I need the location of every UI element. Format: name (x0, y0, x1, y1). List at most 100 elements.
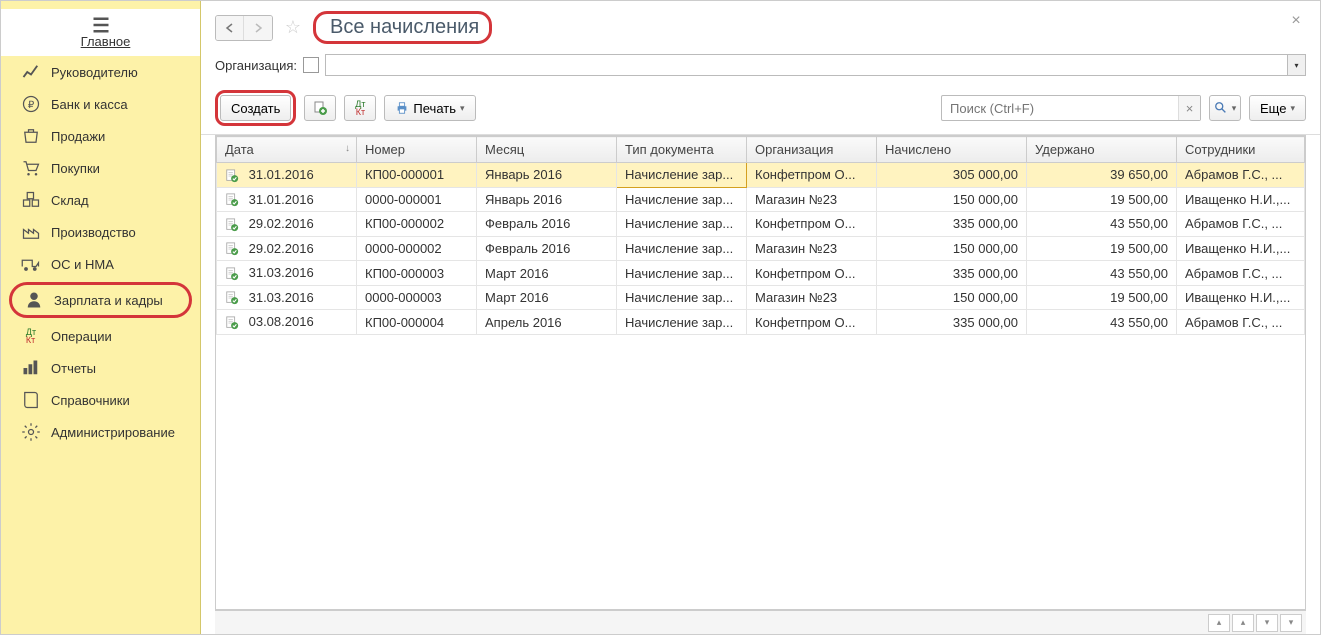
sidebar-item-admin[interactable]: Администрирование (1, 416, 200, 448)
more-button-label: Еще (1260, 101, 1286, 116)
find-button[interactable]: ▾ (1209, 95, 1241, 121)
cell-emp: Иващенко Н.И.,... (1177, 236, 1305, 261)
print-button[interactable]: Печать ▾ (384, 95, 475, 121)
person-icon (24, 291, 44, 309)
cell-doctype: Начисление зар... (617, 236, 747, 261)
col-employees[interactable]: Сотрудники (1177, 137, 1305, 163)
chart-line-icon (21, 63, 41, 81)
org-label: Организация: (215, 58, 297, 73)
sidebar-item-main[interactable]: Главное (1, 9, 200, 56)
sidebar-item-label: Зарплата и кадры (54, 293, 163, 308)
cell-date: 29.02.2016 (217, 212, 357, 237)
col-month[interactable]: Месяц (477, 137, 617, 163)
favorite-button[interactable]: ☆ (281, 16, 305, 40)
create-button[interactable]: Создать (220, 95, 291, 121)
cell-doctype: Начисление зар... (617, 163, 747, 188)
sidebar-item-label: Администрирование (51, 425, 175, 440)
org-checkbox[interactable] (303, 57, 319, 73)
sidebar-item-production[interactable]: Производство (1, 216, 200, 248)
table-row[interactable]: 31.01.20160000-000001Январь 2016Начислен… (217, 187, 1305, 212)
search-input[interactable] (942, 101, 1178, 116)
sidebar-item-label: Операции (51, 329, 112, 344)
sidebar-item-assets[interactable]: ОС и НМА (1, 248, 200, 280)
cell-doctype: Начисление зар... (617, 310, 747, 335)
cell-doctype: Начисление зар... (617, 261, 747, 286)
table-row[interactable]: 31.03.2016КП00-000003Март 2016Начисление… (217, 261, 1305, 286)
cell-date: 29.02.2016 (217, 236, 357, 261)
cell-month: Март 2016 (477, 261, 617, 286)
cell-accrued: 335 000,00 (877, 261, 1027, 286)
sidebar-item-warehouse[interactable]: Склад (1, 184, 200, 216)
book-icon (21, 391, 41, 409)
table-row[interactable]: 29.02.20160000-000002Февраль 2016Начисле… (217, 236, 1305, 261)
cell-org: Магазин №23 (747, 236, 877, 261)
more-button[interactable]: Еще ▾ (1249, 95, 1306, 121)
col-doctype[interactable]: Тип документа (617, 137, 747, 163)
cell-withheld: 19 500,00 (1027, 285, 1177, 310)
table-row[interactable]: 29.02.2016КП00-000002Февраль 2016Начисле… (217, 212, 1305, 237)
svg-text:₽: ₽ (28, 100, 35, 111)
cell-withheld: 43 550,00 (1027, 212, 1177, 237)
org-select[interactable]: ▾ (325, 54, 1306, 76)
sidebar-item-purchases[interactable]: Покупки (1, 152, 200, 184)
cell-emp: Абрамов Г.С., ... (1177, 261, 1305, 286)
cell-org: Конфетпром О... (747, 310, 877, 335)
cell-withheld: 39 650,00 (1027, 163, 1177, 188)
data-table: Дата↓ Номер Месяц Тип документа Организа… (216, 136, 1305, 335)
sidebar-item-label: Справочники (51, 393, 130, 408)
scroll-down-button[interactable]: ▾ (1256, 614, 1278, 632)
dtkt-button[interactable]: ДтКт (344, 95, 376, 121)
col-withheld[interactable]: Удержано (1027, 137, 1177, 163)
document-posted-icon (225, 218, 239, 232)
scroll-top-button[interactable]: ▴ (1208, 614, 1230, 632)
table-container: Дата↓ Номер Месяц Тип документа Организа… (215, 135, 1306, 610)
cell-emp: Абрамов Г.С., ... (1177, 310, 1305, 335)
cell-accrued: 305 000,00 (877, 163, 1027, 188)
sidebar-item-catalogs[interactable]: Справочники (1, 384, 200, 416)
sidebar-item-bank[interactable]: ₽ Банк и касса (1, 88, 200, 120)
cell-date: 03.08.2016 (217, 310, 357, 335)
cell-accrued: 150 000,00 (877, 236, 1027, 261)
org-select-dropdown-icon[interactable]: ▾ (1287, 55, 1305, 75)
sidebar-item-sales[interactable]: Продажи (1, 120, 200, 152)
nav-forward-button[interactable] (244, 16, 272, 40)
cell-date: 31.01.2016 (217, 163, 357, 188)
sidebar-item-operations[interactable]: ДтКт Операции (1, 320, 200, 352)
cell-org: Магазин №23 (747, 285, 877, 310)
cell-emp: Иващенко Н.И.,... (1177, 187, 1305, 212)
table-row[interactable]: 31.03.20160000-000003Март 2016Начисление… (217, 285, 1305, 310)
sort-indicator-icon: ↓ (345, 143, 350, 154)
org-filter-row: Организация: ▾ (201, 50, 1320, 86)
table-row[interactable]: 31.01.2016КП00-000001Январь 2016Начислен… (217, 163, 1305, 188)
nav-back-button[interactable] (216, 16, 244, 40)
sidebar-item-reports[interactable]: Отчеты (1, 352, 200, 384)
col-date[interactable]: Дата↓ (217, 137, 357, 163)
sidebar-item-manager[interactable]: Руководителю (1, 56, 200, 88)
col-number[interactable]: Номер (357, 137, 477, 163)
cell-month: Март 2016 (477, 285, 617, 310)
scroll-up-button[interactable]: ▴ (1232, 614, 1254, 632)
document-posted-icon (225, 193, 239, 207)
close-button[interactable]: × (1286, 11, 1306, 31)
cell-date: 31.01.2016 (217, 187, 357, 212)
document-posted-icon (225, 267, 239, 281)
sidebar-item-label: Покупки (51, 161, 100, 176)
col-org[interactable]: Организация (747, 137, 877, 163)
copy-button[interactable] (304, 95, 336, 121)
cell-number: КП00-000004 (357, 310, 477, 335)
factory-icon (21, 223, 41, 241)
search-clear-button[interactable]: × (1178, 96, 1200, 120)
col-accrued[interactable]: Начислено (877, 137, 1027, 163)
scroll-bottom-button[interactable]: ▾ (1280, 614, 1302, 632)
cell-org: Конфетпром О... (747, 163, 877, 188)
cell-emp: Абрамов Г.С., ... (1177, 163, 1305, 188)
cell-org: Конфетпром О... (747, 261, 877, 286)
cell-doctype: Начисление зар... (617, 212, 747, 237)
document-posted-icon (225, 169, 239, 183)
table-row[interactable]: 03.08.2016КП00-000004Апрель 2016Начислен… (217, 310, 1305, 335)
header: ☆ Все начисления (201, 1, 1320, 50)
sidebar-item-salary[interactable]: Зарплата и кадры (18, 289, 183, 311)
boxes-icon (21, 191, 41, 209)
sidebar-item-label: ОС и НМА (51, 257, 114, 272)
cell-number: КП00-000001 (357, 163, 477, 188)
